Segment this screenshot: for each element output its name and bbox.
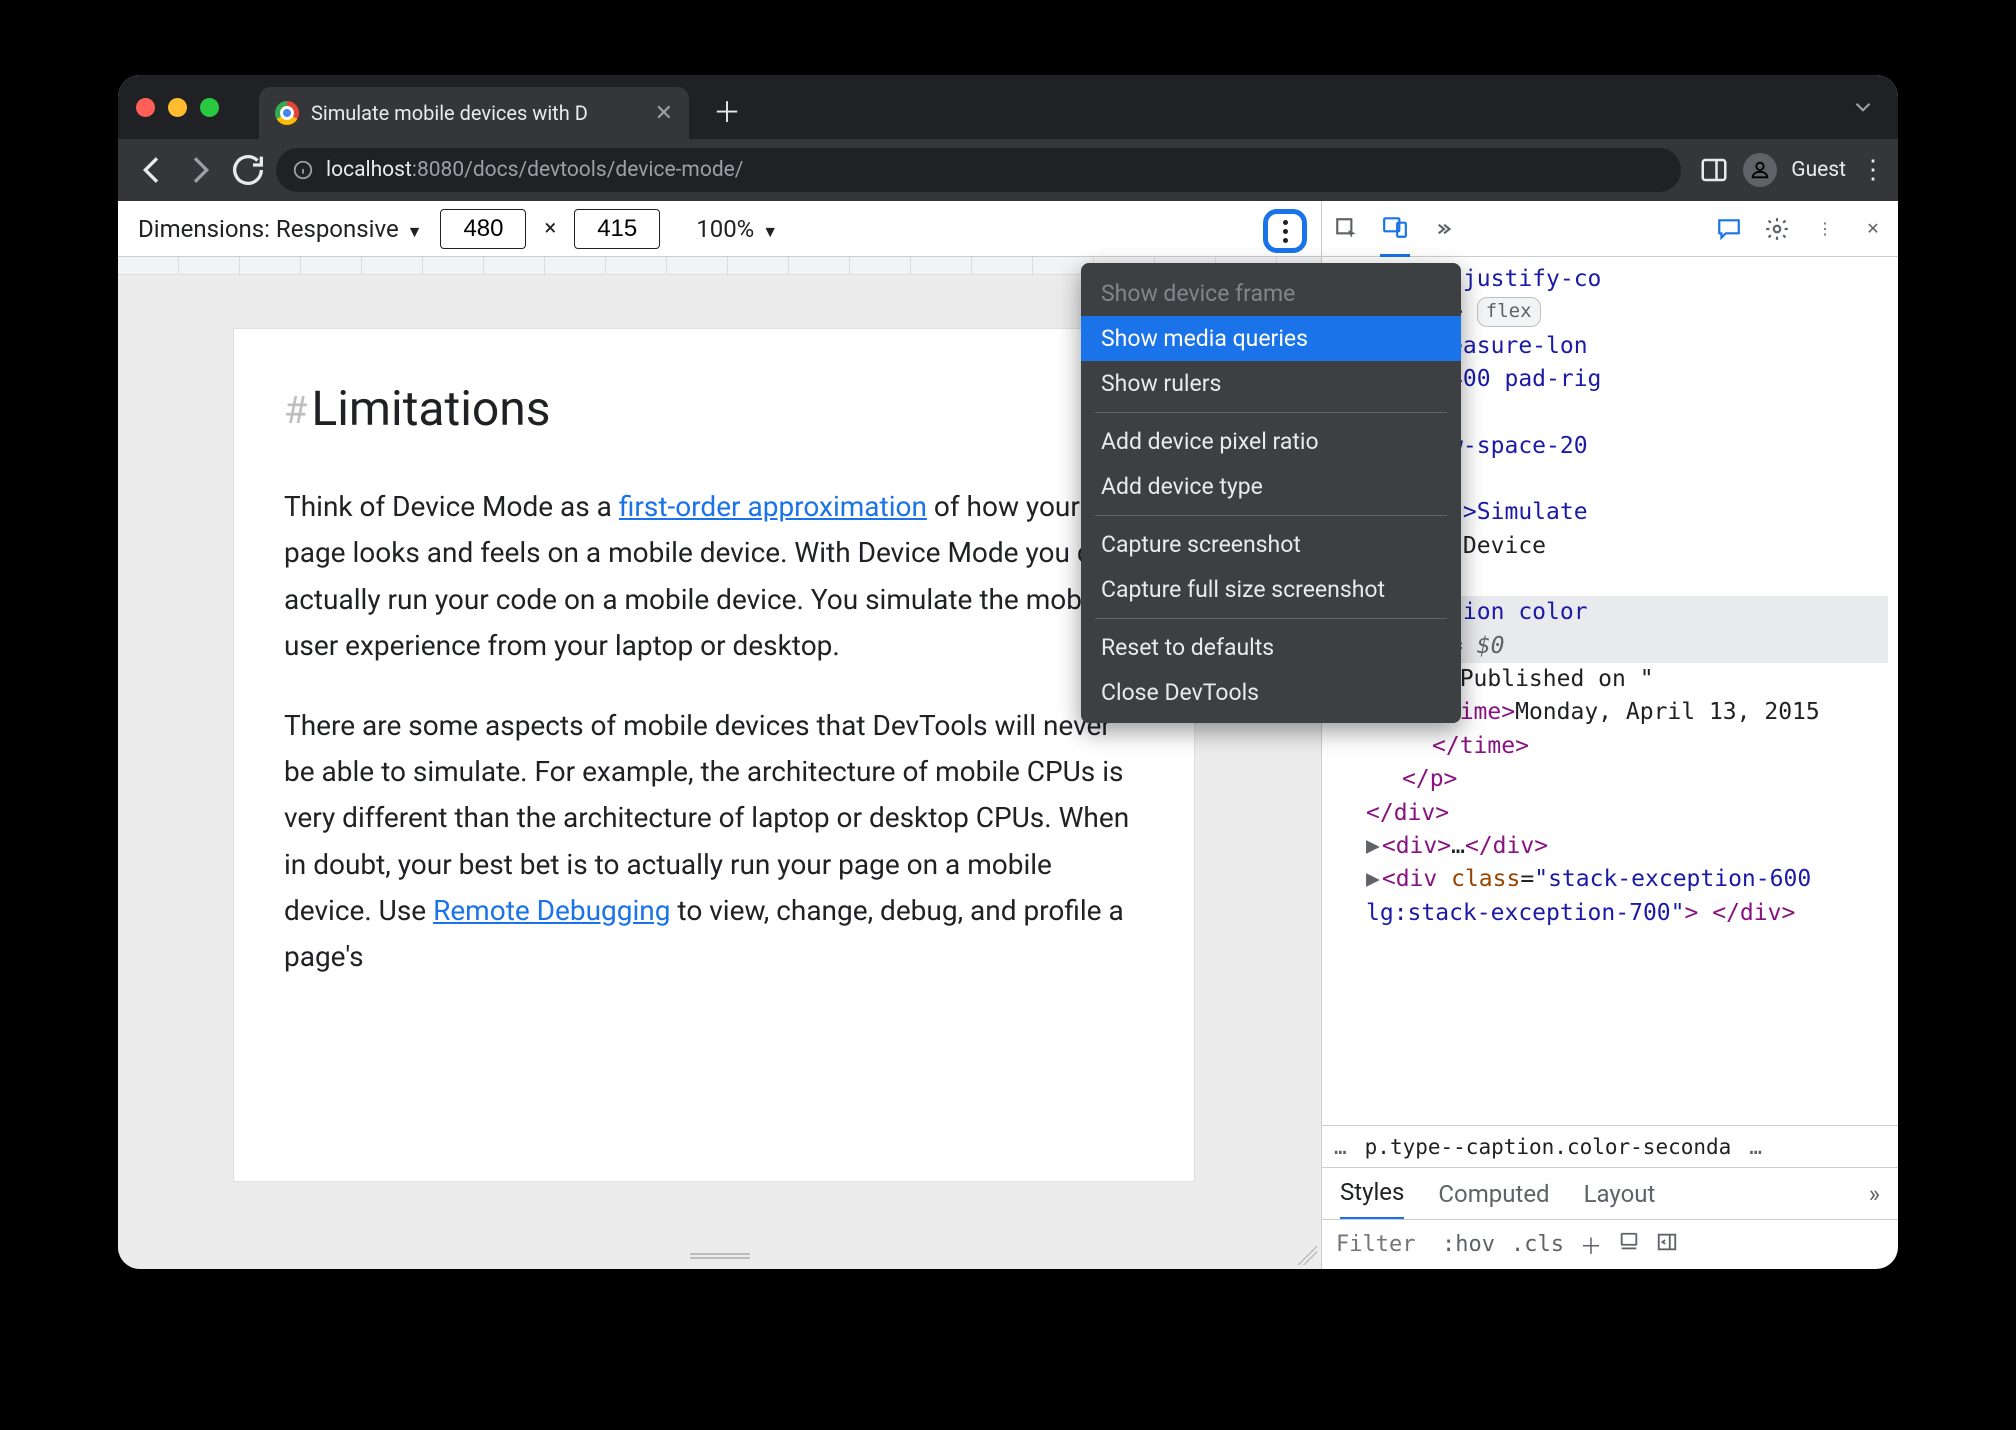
chrome-menu-icon[interactable]: ⋮	[1860, 155, 1884, 185]
menu-item[interactable]: Show media queries	[1081, 316, 1461, 361]
toggle-sidebar-icon[interactable]	[1656, 1231, 1678, 1259]
devtools-tabstrip: ⋮ ✕	[1322, 201, 1898, 257]
url-host: localhost:8080/docs/devtools/device-mode…	[326, 158, 743, 182]
feedback-icon[interactable]	[1714, 214, 1744, 244]
tab-computed[interactable]: Computed	[1438, 1180, 1549, 1208]
anchor-hash-icon[interactable]: #	[284, 389, 307, 433]
devtools-settings-icon[interactable]	[1762, 214, 1792, 244]
paragraph: There are some aspects of mobile devices…	[284, 703, 1144, 980]
profile-avatar-icon[interactable]	[1743, 153, 1777, 187]
profile-label[interactable]: Guest	[1791, 158, 1846, 182]
remote-debugging-link[interactable]: Remote Debugging	[433, 894, 670, 927]
tab-styles[interactable]: Styles	[1340, 1168, 1404, 1220]
reload-button[interactable]	[228, 150, 268, 190]
tab-search-chevron-icon[interactable]	[1850, 94, 1876, 120]
page-content: #Limitations Think of Device Mode as a f…	[234, 329, 1194, 1181]
titlebar: Simulate mobile devices with D ✕ ＋	[118, 75, 1898, 139]
chrome-favicon-icon	[275, 101, 299, 125]
menu-item[interactable]: Reset to defaults	[1081, 625, 1461, 670]
breadcrumb-overflow-left[interactable]: …	[1334, 1135, 1347, 1159]
resize-grip-icon[interactable]	[1297, 1245, 1317, 1265]
dom-breadcrumbs[interactable]: … p.type--caption.color-seconda …	[1322, 1125, 1898, 1167]
page-heading: #Limitations	[284, 369, 1144, 448]
styles-toolbar: :hov .cls ＋	[1322, 1219, 1898, 1269]
dom-line[interactable]: </p>	[1332, 763, 1888, 796]
toggle-device-toolbar-icon[interactable]	[1380, 201, 1410, 257]
styles-filter-input[interactable]	[1336, 1232, 1426, 1257]
new-style-rule-icon[interactable]: ＋	[1580, 1229, 1602, 1261]
window-zoom-button[interactable]	[200, 98, 219, 117]
site-info-icon[interactable]	[292, 159, 314, 181]
height-input[interactable]	[574, 209, 660, 249]
side-panel-icon[interactable]	[1699, 155, 1729, 185]
window-close-button[interactable]	[136, 98, 155, 117]
menu-item[interactable]: Add device pixel ratio	[1081, 419, 1461, 464]
dom-line[interactable]: lg:stack-exception-700"> </div>	[1332, 897, 1888, 930]
menu-item[interactable]: Capture screenshot	[1081, 522, 1461, 567]
browser-window: Simulate mobile devices with D ✕ ＋ local…	[118, 75, 1898, 1269]
browser-tab[interactable]: Simulate mobile devices with D ✕	[259, 87, 689, 139]
toolbar: localhost:8080/docs/devtools/device-mode…	[118, 139, 1898, 201]
more-vertical-icon	[1283, 220, 1288, 243]
devtools-menu-icon[interactable]: ⋮	[1810, 214, 1840, 244]
dimensions-dropdown[interactable]: Dimensions: Responsive ▼	[138, 215, 422, 243]
tab-title: Simulate mobile devices with D	[311, 101, 643, 125]
toolbar-right: Guest ⋮	[1699, 153, 1884, 187]
new-tab-button[interactable]: ＋	[713, 91, 741, 131]
menu-item[interactable]: Capture full size screenshot	[1081, 567, 1461, 612]
dimension-separator: ×	[544, 216, 556, 241]
address-bar[interactable]: localhost:8080/docs/devtools/device-mode…	[276, 148, 1681, 192]
first-order-link[interactable]: first-order approximation	[619, 490, 927, 523]
menu-item[interactable]: Show rulers	[1081, 361, 1461, 406]
drag-handle-icon[interactable]	[690, 1253, 750, 1259]
device-preview-icon[interactable]	[1618, 1231, 1640, 1259]
dom-line[interactable]: </time>	[1332, 730, 1888, 763]
inspect-element-icon[interactable]	[1332, 214, 1362, 244]
menu-item[interactable]: Close DevTools	[1081, 670, 1461, 715]
dom-line[interactable]: ▶<div>…</div>	[1332, 830, 1888, 863]
menu-item[interactable]: Add device type	[1081, 464, 1461, 509]
paragraph: Think of Device Mode as a first-order ap…	[284, 484, 1144, 669]
styles-more-tabs-icon[interactable]: »	[1869, 1180, 1880, 1208]
device-toolbar: Dimensions: Responsive ▼ × 100% ▼	[118, 201, 1321, 257]
device-toolbar-context-menu: Show device frameShow media queriesShow …	[1081, 263, 1461, 723]
hov-toggle[interactable]: :hov	[1442, 1232, 1495, 1257]
content-area: Dimensions: Responsive ▼ × 100% ▼ #Limit…	[118, 201, 1898, 1269]
zoom-dropdown[interactable]: 100% ▼	[696, 215, 778, 243]
device-mode-pane: Dimensions: Responsive ▼ × 100% ▼ #Limit…	[118, 201, 1322, 1269]
cls-toggle[interactable]: .cls	[1511, 1232, 1564, 1257]
window-controls	[136, 98, 219, 117]
more-tabs-icon[interactable]	[1428, 214, 1458, 244]
forward-button[interactable]	[180, 150, 220, 190]
breadcrumb-overflow-right[interactable]: …	[1749, 1135, 1762, 1159]
width-input[interactable]	[440, 209, 526, 249]
menu-item: Show device frame	[1081, 271, 1461, 316]
window-minimize-button[interactable]	[168, 98, 187, 117]
back-button[interactable]	[132, 150, 172, 190]
tab-layout[interactable]: Layout	[1584, 1180, 1656, 1208]
dom-line[interactable]: </div>	[1332, 797, 1888, 830]
styles-tabstrip: Styles Computed Layout »	[1322, 1167, 1898, 1219]
tab-close-icon[interactable]: ✕	[655, 101, 673, 126]
device-toolbar-more-button[interactable]	[1263, 209, 1307, 253]
dom-line[interactable]: ▶<div class="stack-exception-600	[1332, 863, 1888, 896]
breadcrumb-current[interactable]: p.type--caption.color-seconda	[1365, 1135, 1732, 1159]
devtools-close-icon[interactable]: ✕	[1858, 214, 1888, 244]
